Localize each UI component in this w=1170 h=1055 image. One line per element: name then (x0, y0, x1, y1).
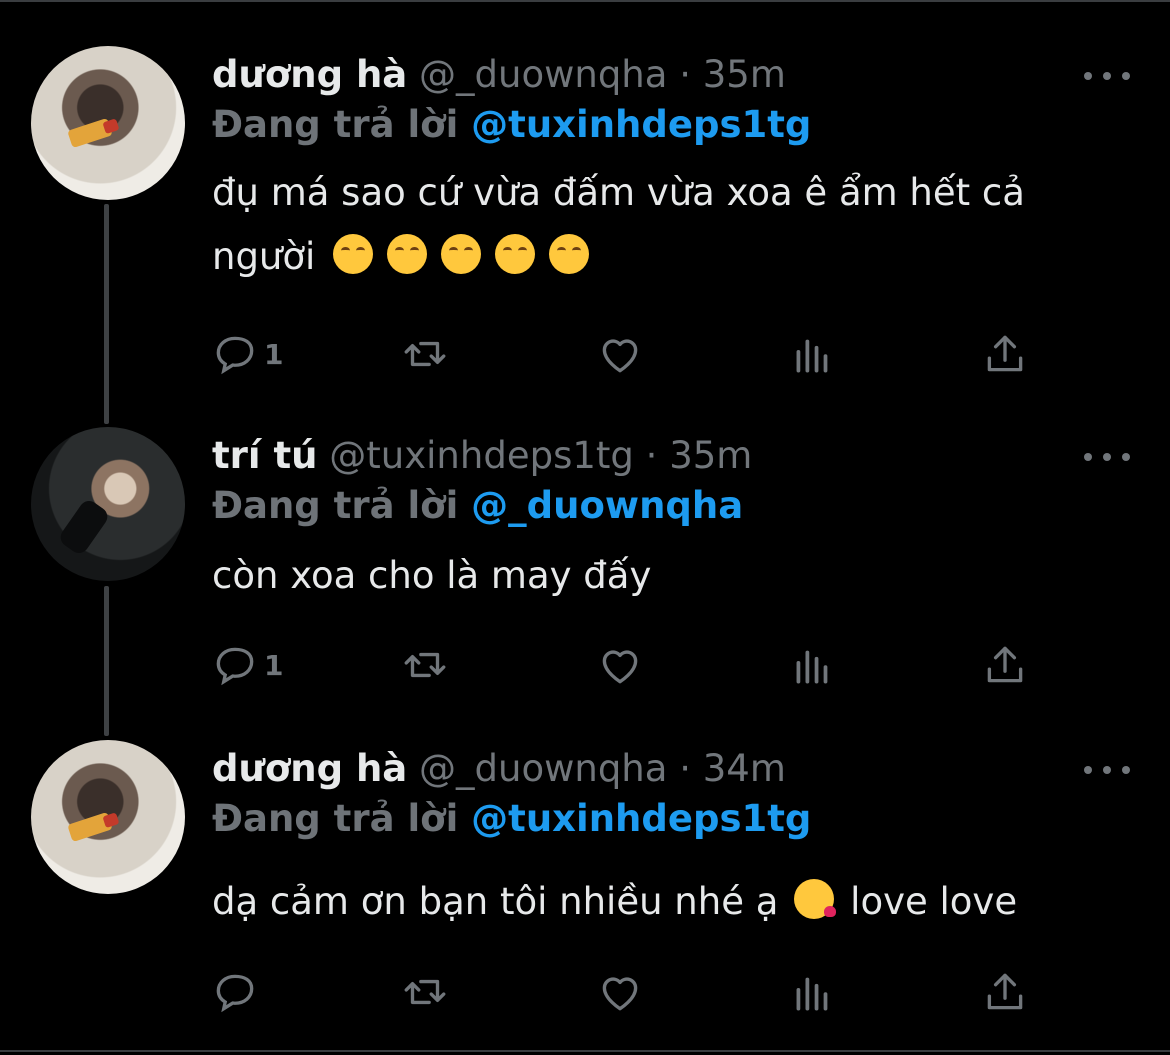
reply-count: 1 (264, 337, 284, 371)
replying-to: Đang trả lời @tuxinhdeps1tg (212, 102, 811, 148)
smiling-face-emoji (549, 234, 590, 274)
reply-mention-link[interactable]: @tuxinhdeps1tg (471, 103, 811, 146)
avatar[interactable] (31, 46, 185, 200)
tweet-text: đụ má sao cứ vừa đấm vừa xoa ê ẩm hết cả… (212, 161, 1112, 289)
tweet-text: còn xoa cho là may đấy (212, 544, 1112, 608)
tweet-actions (210, 966, 1040, 1018)
timestamp[interactable]: 34m (703, 747, 786, 790)
tweet-actions: 1 (210, 328, 1040, 380)
replying-to-label: Đang trả lời (212, 103, 459, 146)
replying-to-label: Đang trả lời (212, 484, 459, 527)
reply-mention-link[interactable]: @_duownqha (471, 484, 743, 527)
reply-icon (216, 974, 254, 1013)
tweet-header: dương hà @_duownqha · 34m (212, 746, 786, 792)
smiling-face-emoji (441, 234, 482, 274)
reply-mention-link[interactable]: @tuxinhdeps1tg (471, 797, 811, 840)
tweet-header: dương hà @_duownqha · 35m (212, 52, 786, 98)
top-divider (0, 0, 1170, 2)
handle[interactable]: @_duownqha (419, 53, 667, 96)
reply-button[interactable] (210, 966, 264, 1018)
handle[interactable]: @_duownqha (419, 747, 667, 790)
heart-icon (602, 977, 638, 1011)
handle[interactable]: @tuxinhdeps1tg (329, 434, 634, 477)
smiling-face-emoji (387, 234, 428, 274)
timestamp[interactable]: 35m (703, 53, 786, 96)
smiling-face-emoji (495, 234, 536, 274)
tweet-text-before-emoji: dạ cảm ơn bạn tôi nhiều nhé ạ (212, 880, 779, 923)
views-button[interactable] (788, 639, 838, 691)
reply-count: 1 (264, 648, 284, 682)
tweet-text-line: còn xoa cho là may đấy (212, 554, 652, 597)
thread-connector (104, 204, 109, 424)
avatar-food-shape (67, 117, 113, 149)
tweet-text-line: đụ má sao cứ vừa đấm vừa xoa ê ẩm hết cả (212, 171, 1025, 214)
reply-button[interactable]: 1 (210, 328, 283, 380)
display-name[interactable]: dương hà (212, 53, 407, 96)
share-icon (987, 646, 1023, 683)
share-icon (987, 335, 1023, 372)
separator: · (645, 434, 658, 477)
analytics-icon (796, 339, 828, 373)
share-button[interactable] (980, 328, 1030, 380)
analytics-icon (796, 977, 828, 1011)
heart-icon (602, 339, 638, 373)
views-button[interactable] (788, 328, 838, 380)
avatar[interactable] (31, 740, 185, 894)
separator: · (679, 747, 691, 790)
more-dots-icon[interactable] (1084, 445, 1130, 469)
replying-to-label: Đang trả lời (212, 797, 459, 840)
retweet-button[interactable] (400, 328, 450, 380)
tweet-header: trí tú @tuxinhdeps1tg · 35m (212, 433, 752, 479)
tweet-actions: 1 (210, 639, 1040, 691)
share-icon (987, 973, 1023, 1010)
tweet-text: dạ cảm ơn bạn tôi nhiều nhé ạ love love (212, 870, 1112, 934)
replying-to: Đang trả lời @tuxinhdeps1tg (212, 796, 811, 842)
reply-icon (216, 647, 254, 686)
share-button[interactable] (980, 639, 1030, 691)
separator: · (679, 53, 691, 96)
avatar-food-shape (67, 811, 113, 843)
smiling-face-emoji (333, 234, 374, 274)
views-button[interactable] (788, 966, 838, 1018)
like-button[interactable] (595, 328, 645, 380)
display-name[interactable]: trí tú (212, 434, 318, 477)
like-button[interactable] (595, 966, 645, 1018)
tweet-text-line: người (212, 235, 316, 278)
face-blowing-kiss-emoji (794, 879, 837, 919)
retweet-icon (404, 652, 446, 678)
reply-icon (216, 336, 254, 375)
retweet-icon (404, 979, 446, 1005)
analytics-icon (796, 650, 828, 684)
replying-to: Đang trả lời @_duownqha (212, 483, 743, 529)
timestamp[interactable]: 35m (669, 434, 752, 477)
retweet-button[interactable] (400, 966, 450, 1018)
more-dots-icon[interactable] (1084, 758, 1130, 782)
reply-button[interactable]: 1 (210, 639, 283, 691)
tweet-text-after-emoji: love love (850, 880, 1018, 923)
avatar[interactable] (31, 427, 185, 581)
like-button[interactable] (595, 639, 645, 691)
retweet-icon (404, 341, 446, 367)
heart-icon (602, 650, 638, 684)
share-button[interactable] (980, 966, 1030, 1018)
bottom-divider (0, 1050, 1170, 1052)
thread-connector (104, 586, 109, 736)
retweet-button[interactable] (400, 639, 450, 691)
display-name[interactable]: dương hà (212, 747, 407, 790)
avatar-camera-shape (56, 497, 112, 557)
more-dots-icon[interactable] (1084, 64, 1130, 88)
